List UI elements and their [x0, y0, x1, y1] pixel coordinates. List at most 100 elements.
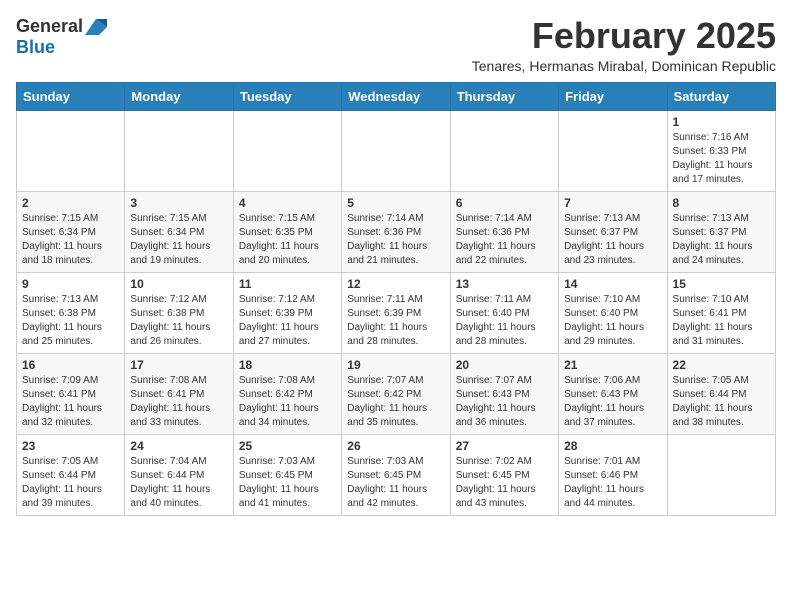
- day-info: Sunrise: 7:04 AM Sunset: 6:44 PM Dayligh…: [130, 455, 227, 511]
- day-info: Sunrise: 7:02 AM Sunset: 6:45 PM Dayligh…: [456, 455, 553, 511]
- calendar-cell: 28 Sunrise: 7:01 AM Sunset: 6:46 PM Dayli…: [559, 434, 667, 515]
- calendar-cell: 5 Sunrise: 7:14 AM Sunset: 6:36 PM Daylig…: [342, 191, 450, 272]
- title-block: February 2025 Tenares, Hermanas Mirabal,…: [472, 16, 776, 74]
- day-number: 7: [564, 196, 661, 210]
- calendar-cell: [450, 110, 558, 191]
- day-number: 26: [347, 439, 444, 453]
- day-info: Sunrise: 7:07 AM Sunset: 6:42 PM Dayligh…: [347, 374, 444, 430]
- day-info: Sunrise: 7:12 AM Sunset: 6:39 PM Dayligh…: [239, 293, 336, 349]
- calendar-cell: 21 Sunrise: 7:06 AM Sunset: 6:43 PM Dayli…: [559, 353, 667, 434]
- calendar-cell: 14 Sunrise: 7:10 AM Sunset: 6:40 PM Dayli…: [559, 272, 667, 353]
- calendar-cell: 19Sunrise: 7:07 AM Sunset: 6:42 PM Dayli…: [342, 353, 450, 434]
- day-number: 6: [456, 196, 553, 210]
- day-info: Sunrise: 7:06 AM Sunset: 6:43 PM Dayligh…: [564, 374, 661, 430]
- calendar-cell: 18Sunrise: 7:08 AM Sunset: 6:42 PM Dayli…: [233, 353, 341, 434]
- day-number: 23: [22, 439, 119, 453]
- day-info: Sunrise: 7:15 AM Sunset: 6:34 PM Dayligh…: [130, 212, 227, 268]
- calendar-table: SundayMondayTuesdayWednesdayThursdayFrid…: [16, 82, 776, 516]
- day-info: Sunrise: 7:13 AM Sunset: 6:37 PM Dayligh…: [564, 212, 661, 268]
- calendar-cell: 23 Sunrise: 7:05 AM Sunset: 6:44 PM Dayli…: [17, 434, 125, 515]
- day-info: Sunrise: 7:08 AM Sunset: 6:41 PM Dayligh…: [130, 374, 227, 430]
- calendar-cell: 15 Sunrise: 7:10 AM Sunset: 6:41 PM Dayli…: [667, 272, 775, 353]
- calendar-cell: 22Sunrise: 7:05 AM Sunset: 6:44 PM Dayli…: [667, 353, 775, 434]
- logo-blue-text: Blue: [16, 37, 55, 58]
- calendar-cell: 24 Sunrise: 7:04 AM Sunset: 6:44 PM Dayli…: [125, 434, 233, 515]
- logo-general-text: General: [16, 16, 83, 37]
- day-number: 9: [22, 277, 119, 291]
- calendar-cell: [17, 110, 125, 191]
- calendar-cell: 6 Sunrise: 7:14 AM Sunset: 6:36 PM Daylig…: [450, 191, 558, 272]
- calendar-cell: [667, 434, 775, 515]
- day-number: 14: [564, 277, 661, 291]
- day-info: Sunrise: 7:11 AM Sunset: 6:40 PM Dayligh…: [456, 293, 553, 349]
- day-info: Sunrise: 7:10 AM Sunset: 6:41 PM Dayligh…: [673, 293, 770, 349]
- day-number: 21: [564, 358, 661, 372]
- calendar-week-2: 2 Sunrise: 7:15 AM Sunset: 6:34 PM Daylig…: [17, 191, 776, 272]
- day-info: Sunrise: 7:07 AM Sunset: 6:43 PM Dayligh…: [456, 374, 553, 430]
- day-info: Sunrise: 7:09 AM Sunset: 6:41 PM Dayligh…: [22, 374, 119, 430]
- calendar-cell: 10Sunrise: 7:12 AM Sunset: 6:38 PM Dayli…: [125, 272, 233, 353]
- day-info: Sunrise: 7:01 AM Sunset: 6:46 PM Dayligh…: [564, 455, 661, 511]
- day-number: 4: [239, 196, 336, 210]
- day-number: 16: [22, 358, 119, 372]
- calendar-cell: 11 Sunrise: 7:12 AM Sunset: 6:39 PM Dayli…: [233, 272, 341, 353]
- day-number: 13: [456, 277, 553, 291]
- calendar-week-1: 1 Sunrise: 7:16 AM Sunset: 6:33 PM Daylig…: [17, 110, 776, 191]
- calendar-cell: 3 Sunrise: 7:15 AM Sunset: 6:34 PM Daylig…: [125, 191, 233, 272]
- day-number: 22: [673, 358, 770, 372]
- calendar-week-3: 9 Sunrise: 7:13 AM Sunset: 6:38 PM Daylig…: [17, 272, 776, 353]
- day-info: Sunrise: 7:13 AM Sunset: 6:38 PM Dayligh…: [22, 293, 119, 349]
- day-number: 12: [347, 277, 444, 291]
- calendar-cell: 7 Sunrise: 7:13 AM Sunset: 6:37 PM Daylig…: [559, 191, 667, 272]
- calendar-header-friday: Friday: [559, 82, 667, 110]
- calendar-header-tuesday: Tuesday: [233, 82, 341, 110]
- day-info: Sunrise: 7:05 AM Sunset: 6:44 PM Dayligh…: [22, 455, 119, 511]
- calendar-cell: 1 Sunrise: 7:16 AM Sunset: 6:33 PM Daylig…: [667, 110, 775, 191]
- day-info: Sunrise: 7:15 AM Sunset: 6:35 PM Dayligh…: [239, 212, 336, 268]
- calendar-cell: 17 Sunrise: 7:08 AM Sunset: 6:41 PM Dayli…: [125, 353, 233, 434]
- subtitle: Tenares, Hermanas Mirabal, Dominican Rep…: [472, 58, 776, 74]
- calendar-header-monday: Monday: [125, 82, 233, 110]
- day-info: Sunrise: 7:14 AM Sunset: 6:36 PM Dayligh…: [347, 212, 444, 268]
- calendar-cell: 4 Sunrise: 7:15 AM Sunset: 6:35 PM Daylig…: [233, 191, 341, 272]
- calendar-cell: [342, 110, 450, 191]
- day-number: 20: [456, 358, 553, 372]
- day-number: 1: [673, 115, 770, 129]
- day-info: Sunrise: 7:14 AM Sunset: 6:36 PM Dayligh…: [456, 212, 553, 268]
- calendar-cell: 8Sunrise: 7:13 AM Sunset: 6:37 PM Daylig…: [667, 191, 775, 272]
- calendar-cell: [233, 110, 341, 191]
- day-info: Sunrise: 7:12 AM Sunset: 6:38 PM Dayligh…: [130, 293, 227, 349]
- calendar-cell: 26Sunrise: 7:03 AM Sunset: 6:45 PM Dayli…: [342, 434, 450, 515]
- calendar-week-5: 23 Sunrise: 7:05 AM Sunset: 6:44 PM Dayli…: [17, 434, 776, 515]
- day-number: 17: [130, 358, 227, 372]
- day-number: 27: [456, 439, 553, 453]
- calendar-header-wednesday: Wednesday: [342, 82, 450, 110]
- calendar-week-4: 16 Sunrise: 7:09 AM Sunset: 6:41 PM Dayli…: [17, 353, 776, 434]
- calendar-cell: [559, 110, 667, 191]
- calendar-cell: 25 Sunrise: 7:03 AM Sunset: 6:45 PM Dayli…: [233, 434, 341, 515]
- day-info: Sunrise: 7:11 AM Sunset: 6:39 PM Dayligh…: [347, 293, 444, 349]
- day-info: Sunrise: 7:15 AM Sunset: 6:34 PM Dayligh…: [22, 212, 119, 268]
- day-number: 11: [239, 277, 336, 291]
- day-number: 2: [22, 196, 119, 210]
- calendar-cell: 2 Sunrise: 7:15 AM Sunset: 6:34 PM Daylig…: [17, 191, 125, 272]
- day-number: 5: [347, 196, 444, 210]
- day-number: 24: [130, 439, 227, 453]
- day-info: Sunrise: 7:10 AM Sunset: 6:40 PM Dayligh…: [564, 293, 661, 349]
- calendar-cell: 27 Sunrise: 7:02 AM Sunset: 6:45 PM Dayli…: [450, 434, 558, 515]
- calendar-cell: [125, 110, 233, 191]
- calendar-cell: 12 Sunrise: 7:11 AM Sunset: 6:39 PM Dayli…: [342, 272, 450, 353]
- page-header: General Blue February 2025 Tenares, Herm…: [16, 16, 776, 74]
- day-number: 3: [130, 196, 227, 210]
- logo-icon: [85, 19, 107, 35]
- calendar-cell: 13 Sunrise: 7:11 AM Sunset: 6:40 PM Dayli…: [450, 272, 558, 353]
- day-info: Sunrise: 7:16 AM Sunset: 6:33 PM Dayligh…: [673, 131, 770, 187]
- calendar-header-sunday: Sunday: [17, 82, 125, 110]
- day-number: 28: [564, 439, 661, 453]
- day-info: Sunrise: 7:03 AM Sunset: 6:45 PM Dayligh…: [239, 455, 336, 511]
- calendar-header-saturday: Saturday: [667, 82, 775, 110]
- logo: General Blue: [16, 16, 107, 58]
- day-number: 25: [239, 439, 336, 453]
- day-number: 18: [239, 358, 336, 372]
- day-number: 15: [673, 277, 770, 291]
